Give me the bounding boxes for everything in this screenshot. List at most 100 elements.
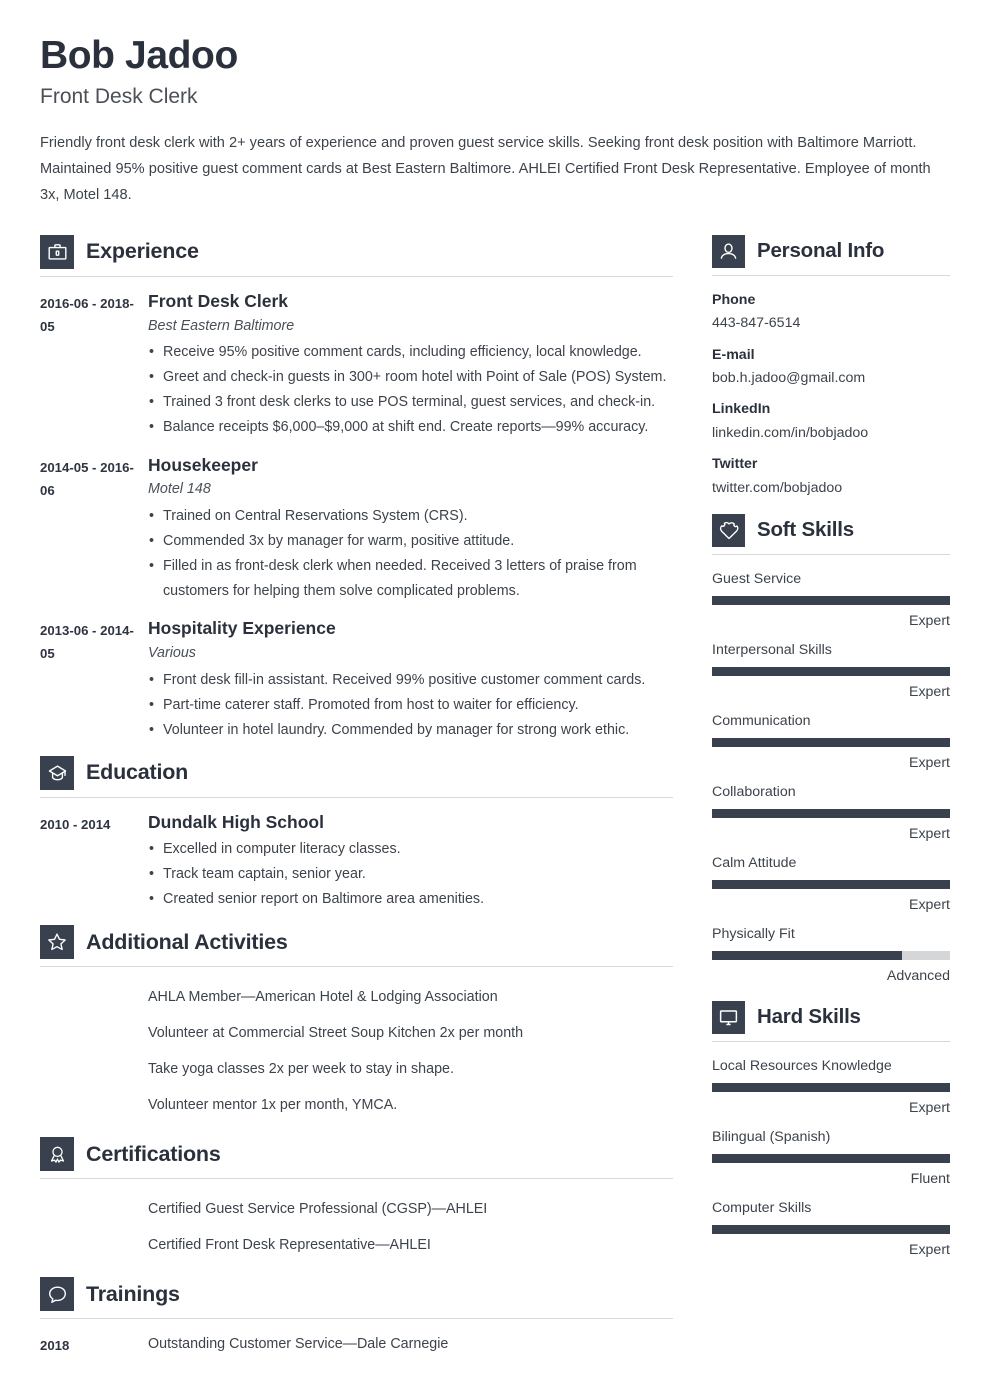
section-title-trainings: Trainings <box>86 1281 180 1306</box>
field-value[interactable]: linkedin.com/in/bobjadoo <box>712 422 950 445</box>
entry-body: Outstanding Customer Service—Dale Carneg… <box>148 1332 673 1363</box>
activity-item: AHLA Member—American Hotel & Lodging Ass… <box>148 989 498 1006</box>
briefcase-icon <box>40 234 74 269</box>
right-column: Personal Info Phone 443-847-6514 E-mail … <box>712 234 950 1268</box>
entry-date: 2010 - 2014 <box>40 817 111 833</box>
activity-item: Volunteer at Commercial Street Soup Kitc… <box>148 1025 524 1042</box>
skill-item: Collaboration Expert <box>712 781 950 845</box>
entry-role: Hospitality Experience <box>148 618 336 639</box>
section-header-soft-skills: Soft Skills <box>712 514 950 554</box>
skill-level: Fluent <box>910 1171 950 1188</box>
section-title-soft-skills: Soft Skills <box>757 518 854 542</box>
skill-name: Bilingual (Spanish) <box>712 1129 831 1146</box>
skill-level: Expert <box>908 755 950 772</box>
entry-role: Front Desk Clerk <box>148 290 289 311</box>
skill-item: Bilingual (Spanish) Fluent <box>712 1126 950 1190</box>
bullet-item: Commended 3x by manager for warm, positi… <box>148 529 673 554</box>
skill-item: Calm Attitude Expert <box>712 852 950 916</box>
entry-bullets: Receive 95% positive comment cards, incl… <box>148 340 673 441</box>
entry-date: 2016-06 - 2018-05 <box>40 295 134 334</box>
activity-item: Volunteer mentor 1x per month, YMCA. <box>148 1097 398 1114</box>
skill-bar-track <box>712 880 950 890</box>
field-label: Phone <box>712 291 756 308</box>
section-soft-skills: Soft Skills Guest Service Expert Interpe… <box>712 514 950 987</box>
bullet-item: Created senior report on Baltimore area … <box>148 887 673 912</box>
skill-bar-track <box>712 1154 950 1164</box>
skill-item: Communication Expert <box>712 710 950 774</box>
skill-bar-fill <box>712 1225 950 1235</box>
skill-level: Expert <box>908 897 950 914</box>
skill-name: Collaboration <box>712 784 796 801</box>
section-header-additional-activities: Additional Activities <box>40 925 673 966</box>
section-header-certifications: Certifications <box>40 1137 673 1178</box>
skill-level: Advanced <box>886 968 950 985</box>
entry-organization: Motel 148 <box>148 481 211 498</box>
resume-body: Experience 2016-06 - 2018-05 Front Desk … <box>40 234 950 1377</box>
education-entry: 2010 - 2014 Dundalk High School Excelled… <box>40 811 673 912</box>
entry-body: Dundalk High School Excelled in computer… <box>148 811 673 912</box>
skill-bar-fill <box>712 951 903 961</box>
certifications-list: Certified Guest Service Professional (CG… <box>40 1192 673 1264</box>
skill-name: Communication <box>712 713 811 730</box>
section-title-education: Education <box>86 760 189 785</box>
activity-item: Take yoga classes 2x per week to stay in… <box>148 1061 454 1078</box>
skill-bar-track <box>712 667 950 677</box>
field-label: Twitter <box>712 456 758 473</box>
skill-name: Computer Skills <box>712 1200 812 1217</box>
entry-date: 2013-06 - 2014-05 <box>40 623 134 662</box>
field-value[interactable]: bob.h.jadoo@gmail.com <box>712 367 950 390</box>
bullet-item: Greet and check-in guests in 300+ room h… <box>148 365 673 390</box>
certification-item: Certified Guest Service Professional (CG… <box>148 1201 488 1218</box>
skill-item: Interpersonal Skills Expert <box>712 639 950 703</box>
entry-date: 2014-05 - 2016-06 <box>40 459 134 498</box>
skill-bar-track <box>712 738 950 748</box>
entry-bullets: Trained on Central Reservations System (… <box>148 504 673 605</box>
skill-item: Guest Service Expert <box>712 568 950 632</box>
personal-info-field: LinkedIn linkedin.com/in/bobjadoo <box>712 398 950 445</box>
section-divider <box>40 275 673 277</box>
section-additional-activities: Additional Activities AHLA Member—Americ… <box>40 925 673 1124</box>
entry-date-spacer <box>40 1192 148 1264</box>
section-experience: Experience 2016-06 - 2018-05 Front Desk … <box>40 234 673 743</box>
skill-bar-fill <box>712 596 950 606</box>
experience-entry: 2016-06 - 2018-05 Front Desk Clerk Best … <box>40 290 673 441</box>
skill-name: Local Resources Knowledge <box>712 1058 892 1075</box>
entry-date-spacer <box>40 980 148 1124</box>
skill-bar-fill <box>712 809 950 819</box>
entry-organization: Best Eastern Baltimore <box>148 317 295 334</box>
entry-bullets: Front desk fill-in assistant. Received 9… <box>148 668 673 744</box>
field-value[interactable]: twitter.com/bobjadoo <box>712 477 950 500</box>
section-header-trainings: Trainings <box>40 1277 673 1318</box>
section-divider <box>40 1318 673 1320</box>
section-title-personal-info: Personal Info <box>757 239 885 263</box>
skill-level: Expert <box>908 684 950 701</box>
entry-body: Front Desk Clerk Best Eastern Baltimore … <box>148 290 673 441</box>
award-ribbon-icon <box>40 1137 74 1172</box>
resume-page: Bob Jadoo Front Desk Clerk Friendly fron… <box>0 0 990 1400</box>
additional-activities-list: AHLA Member—American Hotel & Lodging Ass… <box>40 980 673 1124</box>
skill-bar-fill <box>712 738 950 748</box>
skill-bar-track <box>712 1225 950 1235</box>
training-item: Outstanding Customer Service—Dale Carneg… <box>148 1336 449 1353</box>
section-education: Education 2010 - 2014 Dundalk High Schoo… <box>40 756 673 912</box>
skill-level: Expert <box>908 826 950 843</box>
section-header-experience: Experience <box>40 234 673 276</box>
section-title-experience: Experience <box>86 239 199 264</box>
field-label: LinkedIn <box>712 401 771 418</box>
bullet-item: Trained on Central Reservations System (… <box>148 504 673 529</box>
section-divider <box>40 797 673 799</box>
experience-entry: 2013-06 - 2014-05 Hospitality Experience… <box>40 617 673 743</box>
skill-name: Calm Attitude <box>712 855 797 872</box>
bullet-item: Trained 3 front desk clerks to use POS t… <box>148 390 673 415</box>
personal-info-field: Twitter twitter.com/bobjadoo <box>712 453 950 500</box>
skill-bar-track <box>712 1083 950 1093</box>
skill-bar-fill <box>712 1083 950 1093</box>
certification-item: Certified Front Desk Representative—AHLE… <box>148 1237 431 1254</box>
skill-item: Physically Fit Advanced <box>712 923 950 987</box>
candidate-job-title: Front Desk Clerk <box>40 84 198 108</box>
skill-name: Guest Service <box>712 571 802 588</box>
training-entry: 2018 Outstanding Customer Service—Dale C… <box>40 1332 673 1363</box>
field-label: E-mail <box>712 346 755 363</box>
star-icon <box>40 925 74 960</box>
personal-info-field: E-mail bob.h.jadoo@gmail.com <box>712 344 950 391</box>
